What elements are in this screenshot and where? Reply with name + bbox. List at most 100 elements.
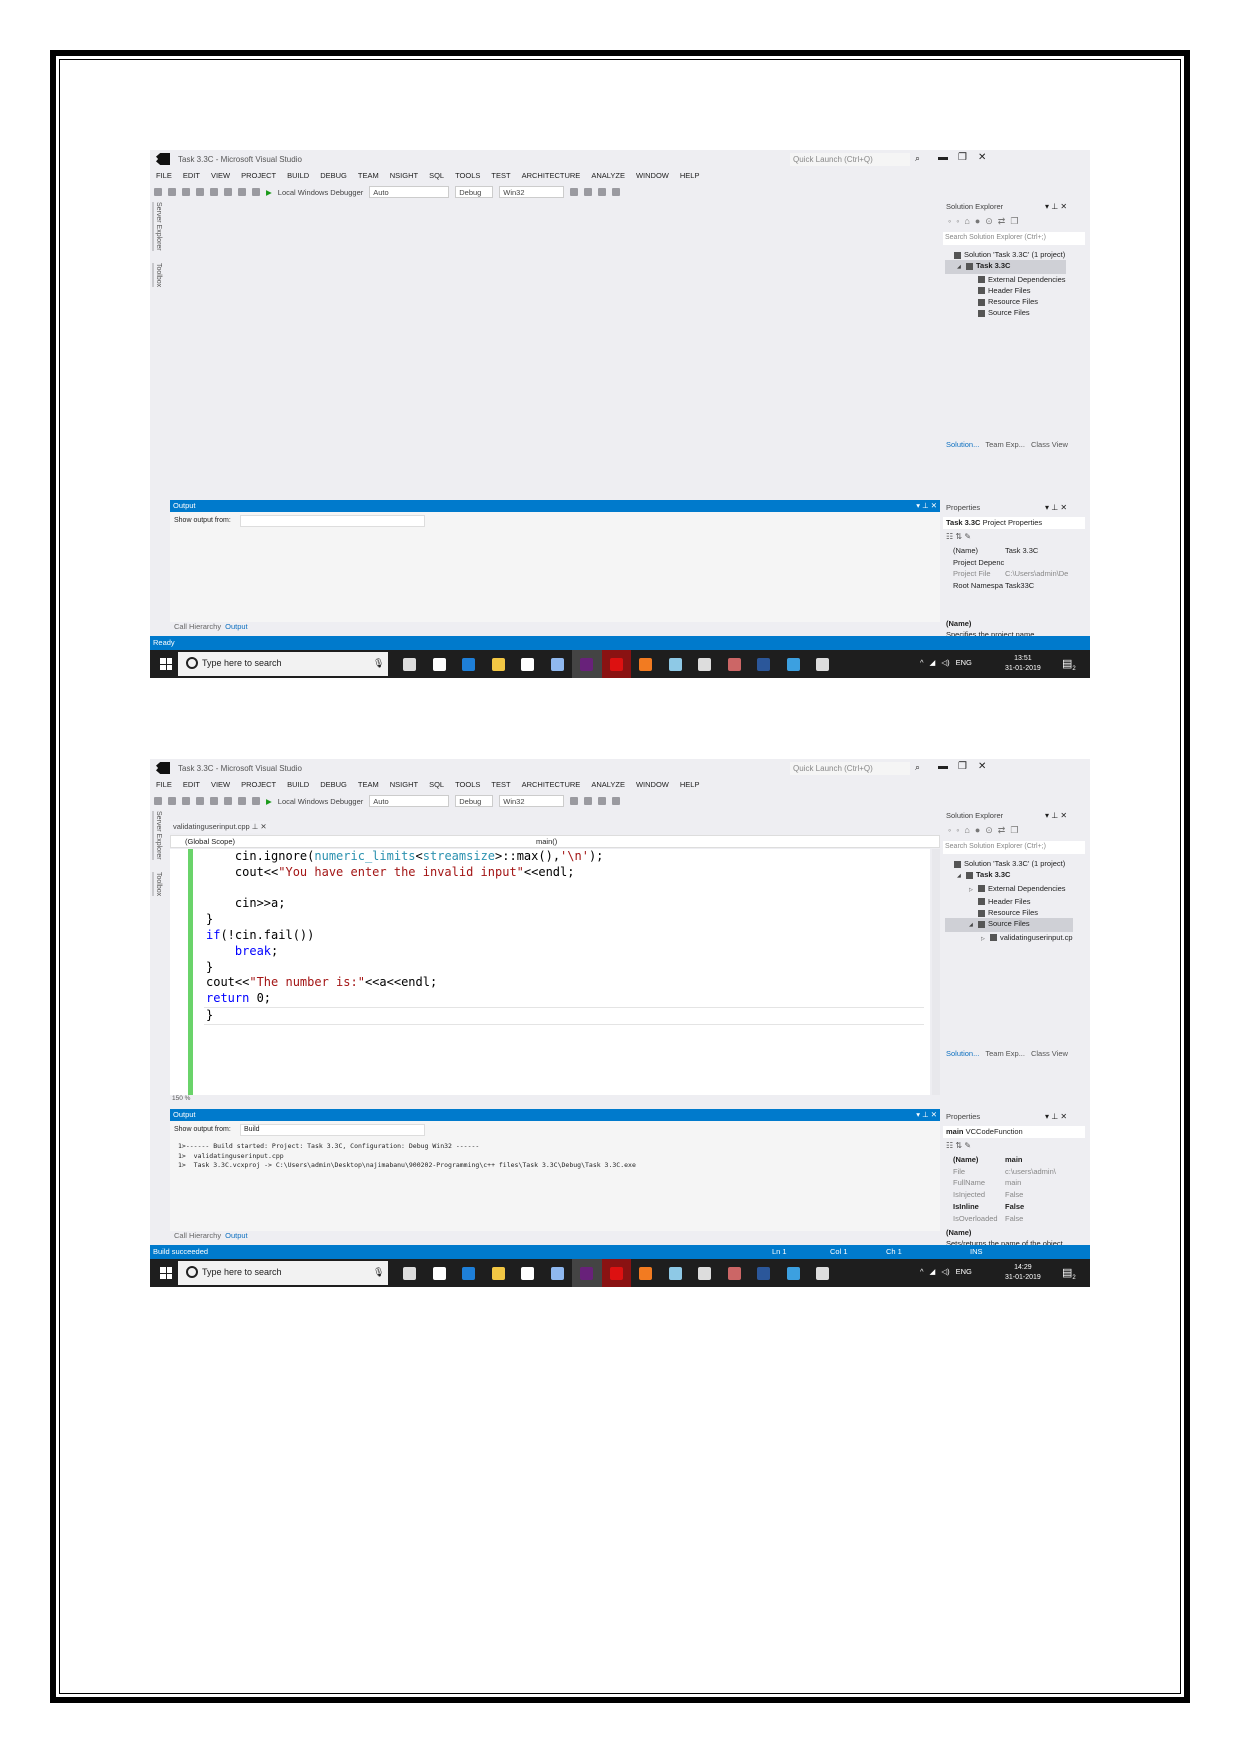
menu-nsight[interactable]: NSIGHT (390, 171, 418, 180)
help-icon[interactable] (779, 650, 809, 678)
undo-icon[interactable] (238, 188, 246, 196)
property-row[interactable]: Project File C:\Users\admin\De (953, 569, 1088, 578)
properties-toolbar[interactable]: ☷ ⇅ ✎ (946, 532, 971, 541)
property-row[interactable]: Project Depenc (953, 558, 1088, 567)
bookmark-icon[interactable] (598, 797, 607, 805)
tab-solution-explorer[interactable]: Solution... (946, 1049, 979, 1058)
close-button[interactable]: ✕ (978, 152, 986, 163)
menu-help[interactable]: HELP (680, 780, 700, 789)
property-row[interactable]: IsInjected False (953, 1190, 1088, 1199)
save-all-icon[interactable] (224, 797, 232, 805)
new-project-icon[interactable] (182, 797, 190, 805)
expand-arrow-icon[interactable]: ▷ (981, 934, 990, 945)
chevron-up-icon[interactable]: ^ (920, 658, 924, 667)
close-button[interactable]: ✕ (978, 761, 986, 772)
configuration-combo[interactable]: Debug (455, 186, 494, 198)
edge-icon[interactable] (454, 650, 484, 678)
property-row[interactable]: (Name) main (953, 1155, 1088, 1164)
menu-file[interactable]: FILE (156, 780, 172, 789)
dropbox-icon[interactable] (543, 650, 573, 678)
menu-debug[interactable]: DEBUG (320, 780, 347, 789)
store-icon[interactable] (513, 1259, 543, 1287)
visual-studio-icon[interactable] (572, 1259, 602, 1287)
attach-icon[interactable] (570, 188, 579, 196)
code-editor[interactable]: cin.ignore(numeric_limits<streamsize>::m… (170, 849, 930, 1095)
word-icon[interactable] (749, 650, 779, 678)
calculator-icon[interactable] (690, 650, 720, 678)
windows-start-icon[interactable] (160, 658, 172, 670)
menu-build[interactable]: BUILD (287, 780, 309, 789)
network-icon[interactable]: ◢ (930, 1267, 936, 1276)
property-row[interactable]: Root Namespa Task33C (953, 581, 1088, 590)
taskbar-search-input[interactable]: Type here to search 🎙 (178, 1261, 388, 1285)
tree-item[interactable]: Solution 'Task 3.3C' (1 project) (945, 858, 1073, 869)
close-tab-icon[interactable]: ⊥ ✕ (250, 822, 267, 831)
network-icon[interactable]: ◢ (930, 658, 936, 667)
taskbar-search-input[interactable]: Type here to search 🎙 (178, 652, 388, 676)
search-icon[interactable]: ⌕ (915, 153, 920, 164)
tab-toolbox[interactable]: Toolbox (152, 871, 162, 896)
opera-icon[interactable] (601, 1259, 631, 1287)
paint-icon[interactable] (720, 650, 750, 678)
scope-dropdown[interactable]: (Global Scope) (185, 837, 235, 846)
tab-toolbox[interactable]: Toolbox (152, 262, 162, 287)
tree-item[interactable]: ◢ Source Files (945, 918, 1073, 932)
tab-team-explorer[interactable]: Team Exp... (985, 440, 1025, 449)
menu-debug[interactable]: DEBUG (320, 171, 347, 180)
menu-team[interactable]: TEAM (358, 780, 379, 789)
tab-server-explorer[interactable]: Server Explorer (152, 202, 162, 251)
task-view-icon[interactable] (395, 650, 425, 678)
menu-project[interactable]: PROJECT (241, 171, 276, 180)
redo-icon[interactable] (252, 188, 260, 196)
editor-tab[interactable]: validatinguserinput.cpp ⊥ ✕ (170, 821, 270, 833)
sublime-icon[interactable] (631, 1259, 661, 1287)
menu-test[interactable]: TEST (491, 780, 510, 789)
save-all-icon[interactable] (224, 188, 232, 196)
open-icon[interactable] (196, 188, 204, 196)
menu-build[interactable]: BUILD (287, 171, 309, 180)
tree-item[interactable]: Resource Files (945, 907, 1073, 918)
undo-icon[interactable] (238, 797, 246, 805)
open-icon[interactable] (196, 797, 204, 805)
solution-config-combo[interactable]: Auto (369, 795, 450, 807)
properties-object-select[interactable]: main VCCodeFunction (943, 1126, 1085, 1138)
menu-architecture[interactable]: ARCHITECTURE (522, 780, 581, 789)
new-project-icon[interactable] (182, 188, 190, 196)
tab-output[interactable]: Output (225, 622, 248, 631)
show-output-from-select[interactable] (240, 515, 425, 527)
attach-icon[interactable] (570, 797, 579, 805)
clock[interactable]: 14:29 31-01-2019 (1005, 1263, 1041, 1283)
mail-icon[interactable] (425, 650, 455, 678)
notifications-icon[interactable]: ▤2 (1062, 657, 1076, 672)
tree-item[interactable]: ◢ Task 3.3C (945, 260, 1066, 274)
forward-icon[interactable] (168, 797, 176, 805)
menu-edit[interactable]: EDIT (183, 780, 200, 789)
member-dropdown[interactable]: main() (536, 837, 557, 846)
menu-nsight[interactable]: NSIGHT (390, 780, 418, 789)
solution-toolbar[interactable]: ◦◦⌂●⊙⇄❐ (948, 825, 1023, 836)
menu-test[interactable]: TEST (491, 171, 510, 180)
properties-object-select[interactable]: Task 3.3C Project Properties (943, 517, 1085, 529)
tab-class-view[interactable]: Class View (1031, 1049, 1068, 1058)
tab-output[interactable]: Output (225, 1231, 248, 1240)
menu-analyze[interactable]: ANALYZE (591, 171, 625, 180)
property-row[interactable]: (Name) Task 3.3C (953, 546, 1088, 555)
save-icon[interactable] (210, 188, 218, 196)
expand-arrow-icon[interactable]: ▷ (969, 885, 978, 896)
menu-window[interactable]: WINDOW (636, 171, 669, 180)
forward-icon[interactable] (168, 188, 176, 196)
menu-architecture[interactable]: ARCHITECTURE (522, 171, 581, 180)
task-view-icon[interactable] (395, 1259, 425, 1287)
platform-combo[interactable]: Win32 (499, 186, 565, 198)
tab-solution-explorer[interactable]: Solution... (946, 440, 979, 449)
paint-icon[interactable] (720, 1259, 750, 1287)
restore-button[interactable]: ❐ (958, 152, 967, 163)
tree-item[interactable]: Source Files (945, 307, 1066, 318)
properties-toolbar[interactable]: ☷ ⇅ ✎ (946, 1141, 971, 1150)
microphone-icon[interactable]: 🎙 (373, 1267, 384, 1278)
comment-icon[interactable] (584, 797, 593, 805)
tree-item[interactable]: Header Files (945, 285, 1066, 296)
indent-icon[interactable] (612, 188, 621, 196)
property-row[interactable]: IsOverloaded False (953, 1214, 1088, 1223)
clock[interactable]: 13:51 31-01-2019 (1005, 654, 1041, 674)
